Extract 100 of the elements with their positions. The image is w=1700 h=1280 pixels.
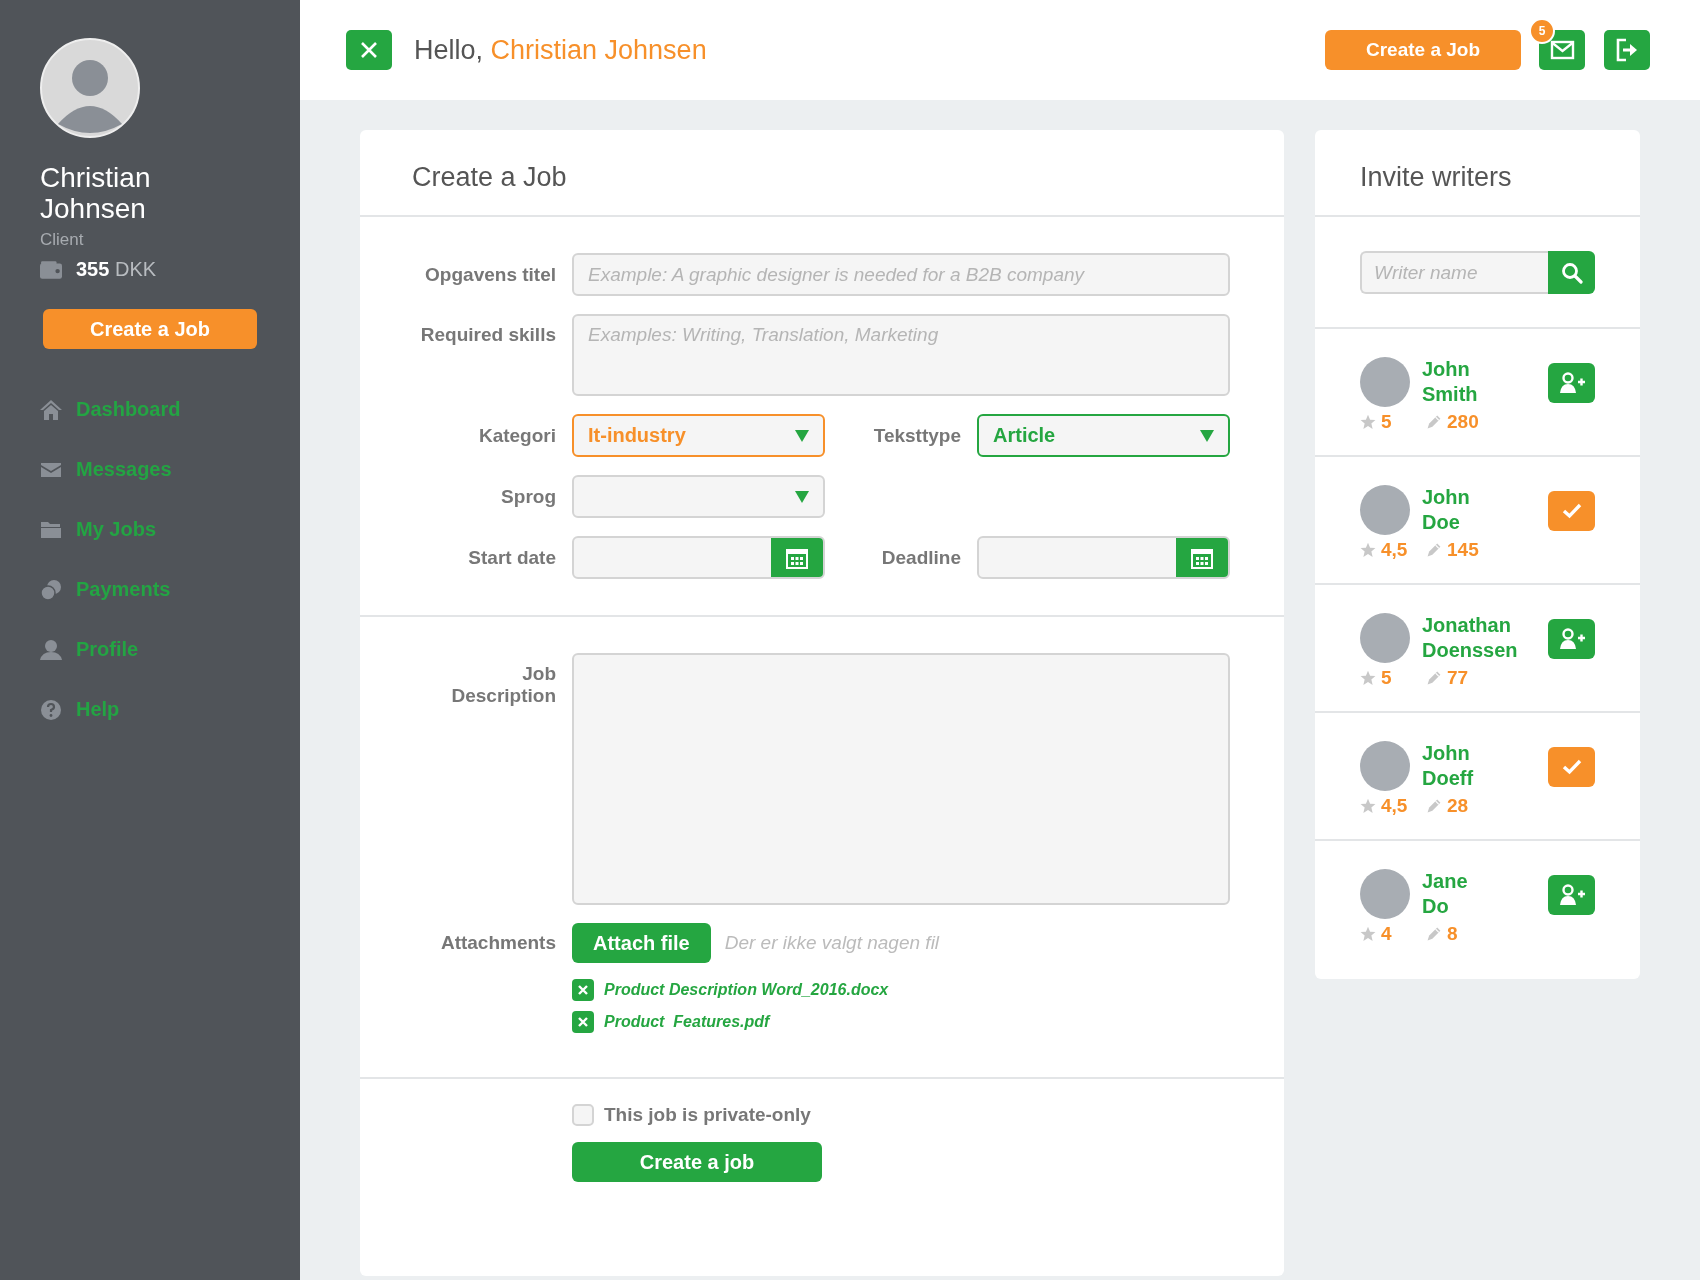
star-icon	[1360, 414, 1376, 430]
file-name: Product Description Word_2016.docx	[604, 981, 889, 999]
writer-job-count: 77	[1447, 667, 1469, 689]
checkmark-icon	[1561, 759, 1582, 775]
nav-link[interactable]: Help	[76, 696, 120, 723]
field-label: Sprog	[500, 485, 557, 508]
private-checkbox[interactable]	[572, 1104, 594, 1126]
remove-file-button[interactable]	[572, 1011, 594, 1033]
writer-job-count: 280	[1447, 411, 1479, 433]
remove-file-button[interactable]	[572, 979, 594, 1001]
card-title: Create a Job	[360, 130, 1284, 217]
avatar-placeholder	[1360, 485, 1410, 535]
file-status: Der er ikke valgt nagen fil	[724, 932, 940, 954]
invited-button[interactable]	[1548, 491, 1595, 531]
calendar-icon	[1191, 546, 1213, 569]
add-user-icon	[1558, 884, 1585, 906]
caret-icon	[795, 490, 809, 503]
job-title-field[interactable]: Example: A graphic designer is needed for a B2B company	[572, 253, 1230, 296]
star-icon	[1360, 926, 1376, 942]
writer-job-count: 8	[1447, 923, 1458, 945]
file-name: Product Features.pdf	[604, 1013, 770, 1031]
nav-link[interactable]: Messages	[76, 456, 172, 483]
attach-file-button[interactable]: Attach file	[572, 923, 711, 963]
field-label: Required skills	[419, 323, 557, 346]
writer-name[interactable]: John Smith	[1422, 357, 1478, 407]
nav-link[interactable]: Payments	[76, 576, 171, 603]
avatar-placeholder	[1360, 357, 1410, 407]
search-icon	[1560, 261, 1583, 284]
skills-field[interactable]: Examples: Writing, Translation, Marketing	[572, 314, 1230, 396]
star-icon	[1360, 798, 1376, 814]
checkbox-label: This job is private-only	[604, 1104, 811, 1126]
pencil-icon	[1426, 670, 1442, 686]
star-icon	[1360, 670, 1376, 686]
text-type-dropdown[interactable]: Article	[977, 414, 1230, 457]
writer-job-count: 145	[1447, 539, 1479, 561]
logout-icon	[1615, 38, 1639, 62]
pencil-icon	[1426, 798, 1442, 814]
invite-button[interactable]	[1548, 619, 1595, 659]
notification-badge: 5	[1529, 18, 1555, 44]
add-user-icon	[1558, 628, 1585, 650]
card-title: Invite writers	[1315, 130, 1640, 217]
user-role: Client	[40, 230, 85, 250]
greeting: Hello, Christian Johnsen	[414, 34, 707, 66]
field-label: Attachments	[439, 932, 557, 954]
avatar-placeholder	[1360, 613, 1410, 663]
user-name: Christian Johnsen	[40, 162, 152, 224]
invited-button[interactable]	[1548, 747, 1595, 787]
close-button[interactable]	[346, 30, 392, 70]
caret-icon	[1200, 429, 1214, 442]
close-icon	[578, 1017, 588, 1027]
wallet-icon	[40, 260, 62, 279]
nav-link[interactable]: My Jobs	[76, 516, 157, 543]
invite-button[interactable]	[1548, 363, 1595, 403]
pencil-icon	[1426, 542, 1442, 558]
nav-link[interactable]: Dashboard	[76, 396, 181, 423]
writer-name[interactable]: John Doeff	[1422, 741, 1474, 791]
pencil-icon	[1426, 926, 1442, 942]
close-icon	[578, 985, 588, 995]
add-user-icon	[1558, 372, 1585, 394]
field-label: Start date	[467, 546, 557, 569]
field-label: Opgavens titel	[424, 263, 557, 286]
writer-rating: 5	[1381, 411, 1393, 433]
writer-search-field[interactable]: Writer name	[1360, 251, 1548, 294]
field-label: Job Description	[450, 662, 557, 707]
field-label: Kategori	[477, 424, 557, 447]
star-icon	[1360, 542, 1376, 558]
writer-name[interactable]: John Doe	[1422, 485, 1470, 535]
create-job-button[interactable]: Create a Job	[1325, 30, 1521, 70]
envelope-icon	[1549, 40, 1575, 60]
pencil-icon	[1426, 414, 1442, 430]
avatar-placeholder	[1360, 869, 1410, 919]
field-label: Teksttype	[872, 424, 962, 447]
submit-button[interactable]: Create a job	[572, 1142, 822, 1182]
writer-rating: 4,5	[1381, 539, 1409, 561]
calendar-icon	[786, 546, 808, 569]
coins-icon	[40, 578, 62, 601]
field-label: Deadline	[880, 546, 962, 569]
writer-job-count: 28	[1447, 795, 1469, 817]
home-icon	[40, 398, 62, 421]
category-dropdown[interactable]: It-industry	[572, 414, 825, 457]
writer-name[interactable]: Jane Do	[1422, 869, 1468, 919]
caret-icon	[795, 429, 809, 442]
start-date-field[interactable]	[572, 536, 825, 579]
help-icon	[40, 698, 62, 721]
writer-rating: 5	[1381, 667, 1393, 689]
writer-rating: 4	[1381, 923, 1393, 945]
nav-link[interactable]: Profile	[76, 636, 139, 663]
create-job-button[interactable]: Create a Job	[43, 309, 257, 349]
logout-button[interactable]	[1604, 30, 1650, 70]
balance-amount: 355 DKK	[76, 258, 157, 281]
close-icon	[359, 40, 379, 60]
writer-rating: 4,5	[1381, 795, 1409, 817]
person-icon	[40, 638, 62, 661]
description-field[interactable]	[572, 653, 1230, 905]
avatar-placeholder	[1360, 741, 1410, 791]
writer-name[interactable]: Jonathan Doenssen	[1422, 613, 1518, 663]
deadline-field[interactable]	[977, 536, 1230, 579]
search-button[interactable]	[1548, 251, 1595, 294]
checkmark-icon	[1561, 503, 1582, 519]
invite-button[interactable]	[1548, 875, 1595, 915]
